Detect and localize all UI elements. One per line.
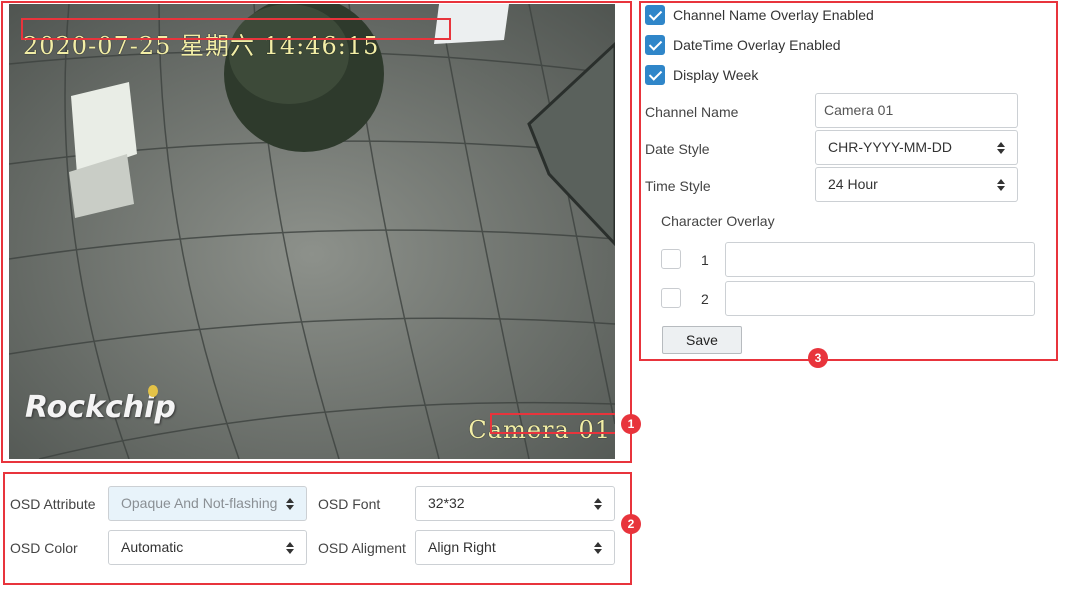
overlay-1-input[interactable] <box>725 242 1035 277</box>
osd-attribute-value: Opaque And Not-flashing <box>121 495 278 511</box>
date-style-label: Date Style <box>645 141 710 157</box>
osd-font-value: 32*32 <box>428 495 465 511</box>
overlay-1-index: 1 <box>701 252 709 268</box>
display-week-checkbox[interactable] <box>645 65 665 85</box>
osd-attribute-select[interactable]: Opaque And Not-flashing <box>108 486 307 521</box>
channel-name-overlay-label: Channel Name Overlay Enabled <box>673 7 874 23</box>
display-week-row[interactable]: Display Week <box>645 65 758 85</box>
date-style-value: CHR-YYYY-MM-DD <box>828 139 952 155</box>
channel-name-label: Channel Name <box>645 104 739 120</box>
datetime-overlay-label: DateTime Overlay Enabled <box>673 37 841 53</box>
osd-font-label: OSD Font <box>318 496 381 512</box>
osd-attribute-label: OSD Attribute <box>10 496 96 512</box>
time-style-label: Time Style <box>645 178 711 194</box>
chevron-updown-icon <box>997 142 1006 154</box>
chevron-updown-icon <box>286 498 295 510</box>
osd-color-value: Automatic <box>121 539 184 555</box>
datetime-overlay-checkbox[interactable] <box>645 35 665 55</box>
character-overlay-label: Character Overlay <box>661 213 775 229</box>
chevron-updown-icon <box>997 179 1006 191</box>
logo-dot-icon <box>148 385 158 397</box>
chevron-updown-icon <box>286 542 295 554</box>
overlay-2-checkbox[interactable] <box>661 288 681 308</box>
chevron-updown-icon <box>594 542 603 554</box>
time-style-value: 24 Hour <box>828 176 878 192</box>
datetime-overlay-row[interactable]: DateTime Overlay Enabled <box>645 35 841 55</box>
badge-1: 1 <box>621 414 641 434</box>
badge-2: 2 <box>621 514 641 534</box>
overlay-1-checkbox[interactable] <box>661 249 681 269</box>
save-button[interactable]: Save <box>662 326 742 354</box>
badge-3: 3 <box>808 348 828 368</box>
osd-color-select[interactable]: Automatic <box>108 530 307 565</box>
osd-color-label: OSD Color <box>10 540 78 556</box>
date-style-select[interactable]: CHR-YYYY-MM-DD <box>815 130 1018 165</box>
overlay-2-index: 2 <box>701 291 709 307</box>
channel-name-overlay-row[interactable]: Channel Name Overlay Enabled <box>645 5 874 25</box>
osd-alignment-select[interactable]: Align Right <box>415 530 615 565</box>
osd-font-select[interactable]: 32*32 <box>415 486 615 521</box>
channel-name-input[interactable]: Camera 01 <box>815 93 1018 128</box>
osd-alignment-label: OSD Aligment <box>318 540 406 556</box>
chevron-updown-icon <box>594 498 603 510</box>
display-week-label: Display Week <box>673 67 759 83</box>
time-style-select[interactable]: 24 Hour <box>815 167 1018 202</box>
osd-datetime-highlight <box>21 18 451 40</box>
video-preview: 2020-07-25 星期六 14:46:15 Camera 01 Rockch… <box>9 4 615 459</box>
channel-name-overlay-checkbox[interactable] <box>645 5 665 25</box>
overlay-2-input[interactable] <box>725 281 1035 316</box>
osd-alignment-value: Align Right <box>428 539 496 555</box>
osd-channel-highlight <box>490 413 615 434</box>
